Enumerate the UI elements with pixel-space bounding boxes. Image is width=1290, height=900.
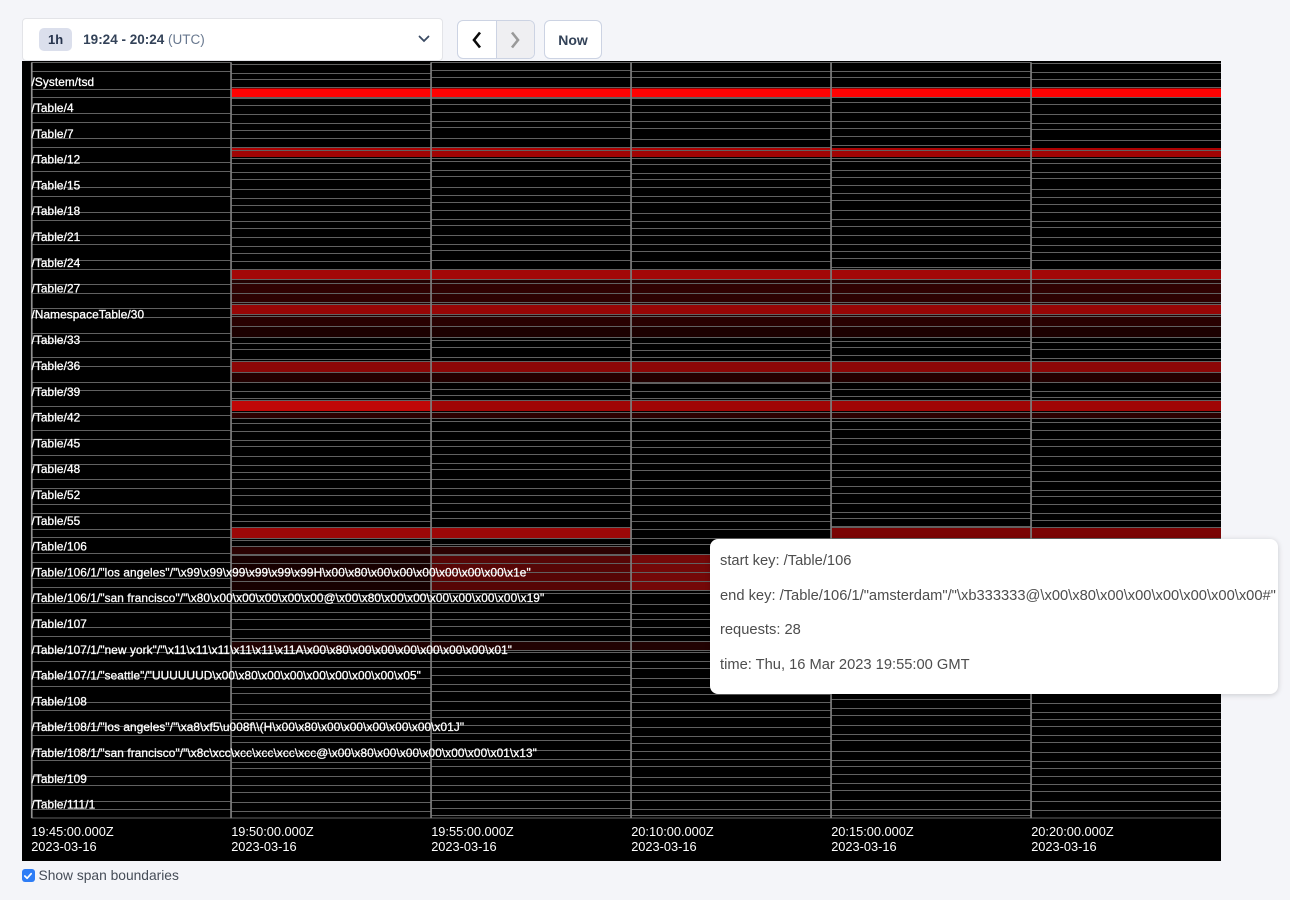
svg-text:2023-03-16: 2023-03-16: [631, 839, 696, 854]
svg-text:/Table/42: /Table/42: [32, 411, 81, 425]
svg-text:2023-03-16: 2023-03-16: [831, 839, 896, 854]
svg-text:/Table/107/1/"seattle"/"UUUUUU: /Table/107/1/"seattle"/"UUUUUUD\x00\x80\…: [32, 669, 421, 683]
svg-text:/Table/55: /Table/55: [32, 514, 81, 528]
svg-text:/Table/36: /Table/36: [32, 359, 81, 373]
svg-text:/Table/108/1/"los angeles"/"\x: /Table/108/1/"los angeles"/"\xa8\xf5\u00…: [32, 720, 465, 734]
svg-text:20:10:00.000Z: 20:10:00.000Z: [631, 824, 714, 839]
svg-text:19:55:00.000Z: 19:55:00.000Z: [431, 824, 514, 839]
svg-text:/Table/33: /Table/33: [32, 333, 81, 347]
svg-text:/Table/24: /Table/24: [32, 256, 81, 270]
svg-text:/Table/108/1/"san francisco"/": /Table/108/1/"san francisco"/"\x8c\xcc\x…: [32, 746, 537, 760]
svg-text:2023-03-16: 2023-03-16: [231, 839, 296, 854]
svg-text:/System/tsd: /System/tsd: [32, 75, 95, 89]
svg-text:2023-03-16: 2023-03-16: [31, 839, 96, 854]
svg-text:/Table/18: /Table/18: [32, 204, 81, 218]
svg-text:/Table/12: /Table/12: [32, 153, 81, 167]
svg-text:/Table/4: /Table/4: [32, 101, 74, 115]
svg-text:2023-03-16: 2023-03-16: [431, 839, 496, 854]
svg-text:19:50:00.000Z: 19:50:00.000Z: [231, 824, 314, 839]
svg-text:/NamespaceTable/30: /NamespaceTable/30: [32, 307, 145, 321]
svg-text:/Table/48: /Table/48: [32, 462, 81, 476]
svg-text:/Table/108: /Table/108: [32, 694, 88, 708]
svg-text:2023-03-16: 2023-03-16: [1031, 839, 1096, 854]
svg-text:/Table/7: /Table/7: [32, 127, 74, 141]
svg-text:/Table/109: /Table/109: [32, 772, 87, 786]
svg-text:/Table/27: /Table/27: [32, 282, 81, 296]
svg-text:/Table/106/1/"san francisco"/": /Table/106/1/"san francisco"/"\x80\x00\x…: [32, 591, 545, 605]
svg-text:/Table/107: /Table/107: [32, 617, 87, 631]
svg-text:/Table/39: /Table/39: [32, 385, 81, 399]
svg-text:/Table/45: /Table/45: [32, 436, 81, 450]
svg-text:/Table/15: /Table/15: [32, 178, 81, 192]
svg-text:20:15:00.000Z: 20:15:00.000Z: [831, 824, 914, 839]
svg-text:/Table/106/1/"los angeles"/"\x: /Table/106/1/"los angeles"/"\x99\x99\x99…: [32, 565, 531, 579]
svg-text:/Table/52: /Table/52: [32, 488, 81, 502]
svg-text:19:45:00.000Z: 19:45:00.000Z: [31, 824, 114, 839]
svg-text:/Table/111/1: /Table/111/1: [32, 798, 96, 812]
svg-text:/Table/107/1/"new york"/"\x11\: /Table/107/1/"new york"/"\x11\x11\x11\x1…: [32, 643, 513, 657]
svg-text:/Table/21: /Table/21: [32, 230, 81, 244]
svg-text:/Table/106: /Table/106: [32, 540, 88, 554]
svg-text:20:20:00.000Z: 20:20:00.000Z: [1031, 824, 1114, 839]
